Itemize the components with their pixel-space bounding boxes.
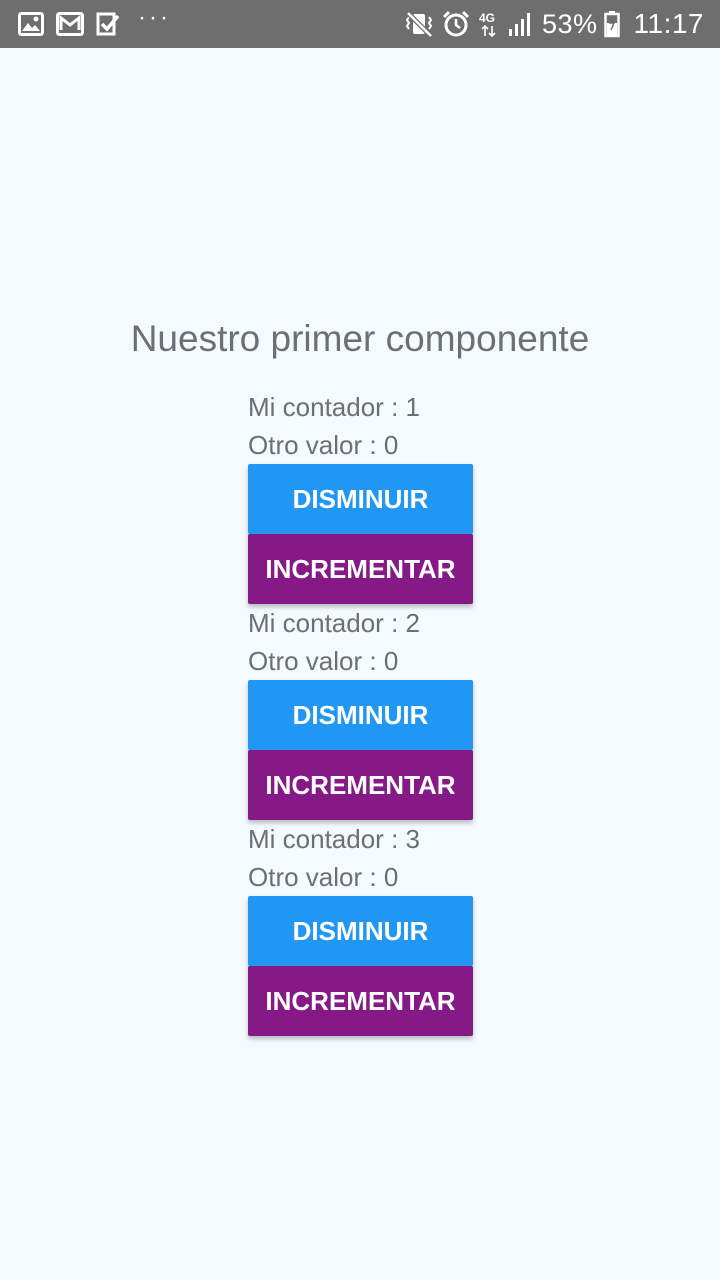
status-bar-right: 4G 53% 11:17 bbox=[404, 8, 704, 40]
contador-label: Mi contador : 3 bbox=[248, 824, 420, 854]
network-4g-icon: 4G bbox=[478, 10, 500, 38]
otro-valor-label: Otro valor : 0 bbox=[248, 646, 399, 676]
page-title: Nuestro primer componente bbox=[130, 318, 590, 359]
counter-block-1: Mi contador : 1 Otro valor : 0 DISMINUIR… bbox=[248, 388, 474, 604]
vibrate-mute-icon bbox=[404, 10, 434, 38]
more-dots-icon: ··· bbox=[138, 4, 171, 31]
increment-button[interactable]: INCREMENTAR bbox=[248, 534, 473, 604]
otro-valor-label: Otro valor : 0 bbox=[248, 430, 399, 460]
checklist-icon bbox=[96, 12, 120, 36]
clock: 11:17 bbox=[633, 8, 704, 39]
contador-label: Mi contador : 2 bbox=[248, 608, 420, 638]
battery-percent: 53% bbox=[541, 8, 598, 39]
decrement-button[interactable]: DISMINUIR bbox=[248, 896, 473, 966]
counter-block-2: Mi contador : 2 Otro valor : 0 DISMINUIR… bbox=[248, 604, 474, 820]
increment-button[interactable]: INCREMENTAR bbox=[248, 750, 473, 820]
status-bar: ··· 4G 53% 11:17 bbox=[0, 0, 720, 48]
decrement-button[interactable]: DISMINUIR bbox=[248, 464, 473, 534]
status-bar-left: ··· bbox=[18, 6, 171, 36]
contador-label: Mi contador : 1 bbox=[248, 392, 420, 422]
counter-block-3: Mi contador : 3 Otro valor : 0 DISMINUIR… bbox=[248, 820, 474, 1036]
network-label: 4G bbox=[479, 11, 495, 25]
battery-icon bbox=[603, 10, 620, 38]
alarm-icon bbox=[442, 10, 470, 38]
increment-button[interactable]: INCREMENTAR bbox=[248, 966, 473, 1036]
signal-icon bbox=[508, 11, 534, 37]
image-icon bbox=[18, 12, 44, 36]
gmail-icon bbox=[56, 12, 84, 36]
otro-valor-label: Otro valor : 0 bbox=[248, 862, 399, 892]
decrement-button[interactable]: DISMINUIR bbox=[248, 680, 473, 750]
